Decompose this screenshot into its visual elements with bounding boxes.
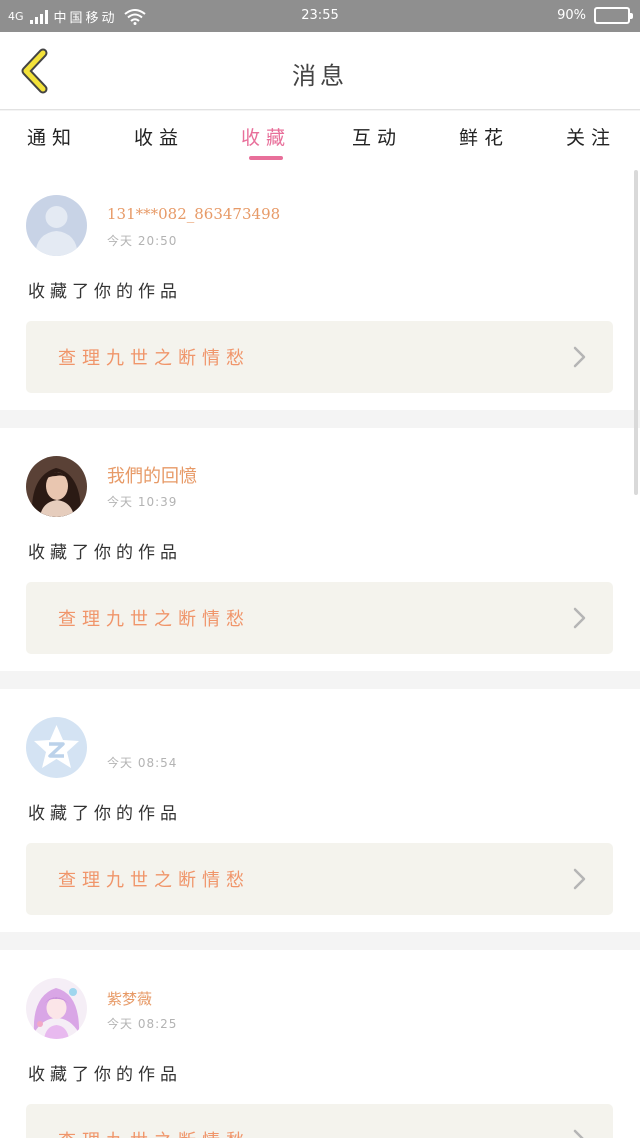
- tab-interactions[interactable]: 互动: [352, 123, 402, 150]
- list-item: 今天 08:54 收藏了你的作品 查理九世之断情愁: [0, 689, 640, 932]
- tab-follows[interactable]: 关注: [566, 123, 616, 150]
- chevron-right-icon: [573, 607, 586, 629]
- photo-avatar[interactable]: [26, 456, 87, 517]
- battery-icon: [594, 7, 633, 24]
- work-title: 查理九世之断情愁: [58, 870, 250, 891]
- work-title: 查理九世之断情愁: [58, 348, 250, 369]
- list-item: 131***082_863473498 今天 20:50 收藏了你的作品 查理九…: [0, 167, 640, 410]
- qzone-avatar-icon[interactable]: [26, 717, 87, 778]
- page-title: 消息: [292, 62, 348, 90]
- work-link[interactable]: 查理九世之断情愁: [26, 582, 613, 654]
- user-name[interactable]: 131***082_863473498: [107, 205, 280, 223]
- default-avatar-icon[interactable]: [26, 195, 87, 256]
- list-item: 我們的回憶 今天 10:39 收藏了你的作品 查理九世之断情愁: [0, 428, 640, 671]
- active-tab-indicator: [249, 156, 283, 160]
- status-bar: 4G 中国移动 23:55 90%: [0, 0, 640, 32]
- tab-earnings[interactable]: 收益: [134, 123, 184, 150]
- tab-flowers[interactable]: 鲜花: [459, 123, 509, 150]
- tab-favorites[interactable]: 收藏: [241, 123, 291, 150]
- work-link[interactable]: 查理九世之断情愁: [26, 321, 613, 393]
- action-text: 收藏了你的作品: [28, 804, 182, 824]
- tab-bar: 通知 收益 收藏 互动 鲜花 关注: [0, 111, 640, 167]
- action-text: 收藏了你的作品: [28, 282, 182, 302]
- work-link[interactable]: 查理九世之断情愁: [26, 843, 613, 915]
- user-name[interactable]: 紫梦薇: [107, 988, 152, 1009]
- status-time: 23:55: [301, 8, 339, 23]
- timestamp: 今天 20:50: [107, 234, 178, 248]
- user-name[interactable]: 我們的回憶: [107, 462, 197, 488]
- work-link[interactable]: 查理九世之断情愁: [26, 1104, 613, 1138]
- list-item: 紫梦薇 今天 08:25 收藏了你的作品 查理九世之断情愁: [0, 950, 640, 1138]
- chevron-right-icon: [573, 346, 586, 368]
- scrollbar[interactable]: [634, 170, 638, 495]
- chevron-right-icon: [573, 1129, 584, 1138]
- timestamp: 今天 08:54: [107, 756, 178, 770]
- timestamp: 今天 08:25: [107, 1017, 178, 1031]
- chevron-right-icon: [573, 868, 586, 890]
- timestamp: 今天 10:39: [107, 495, 178, 509]
- header: 消息: [0, 32, 640, 110]
- battery-percent: 90%: [557, 8, 586, 23]
- tab-notifications[interactable]: 通知: [27, 123, 77, 150]
- work-title: 查理九世之断情愁: [58, 1127, 250, 1138]
- work-title: 查理九世之断情愁: [58, 609, 250, 630]
- anime-avatar[interactable]: [26, 978, 87, 1039]
- action-text: 收藏了你的作品: [28, 543, 182, 563]
- action-text: 收藏了你的作品: [28, 1065, 182, 1085]
